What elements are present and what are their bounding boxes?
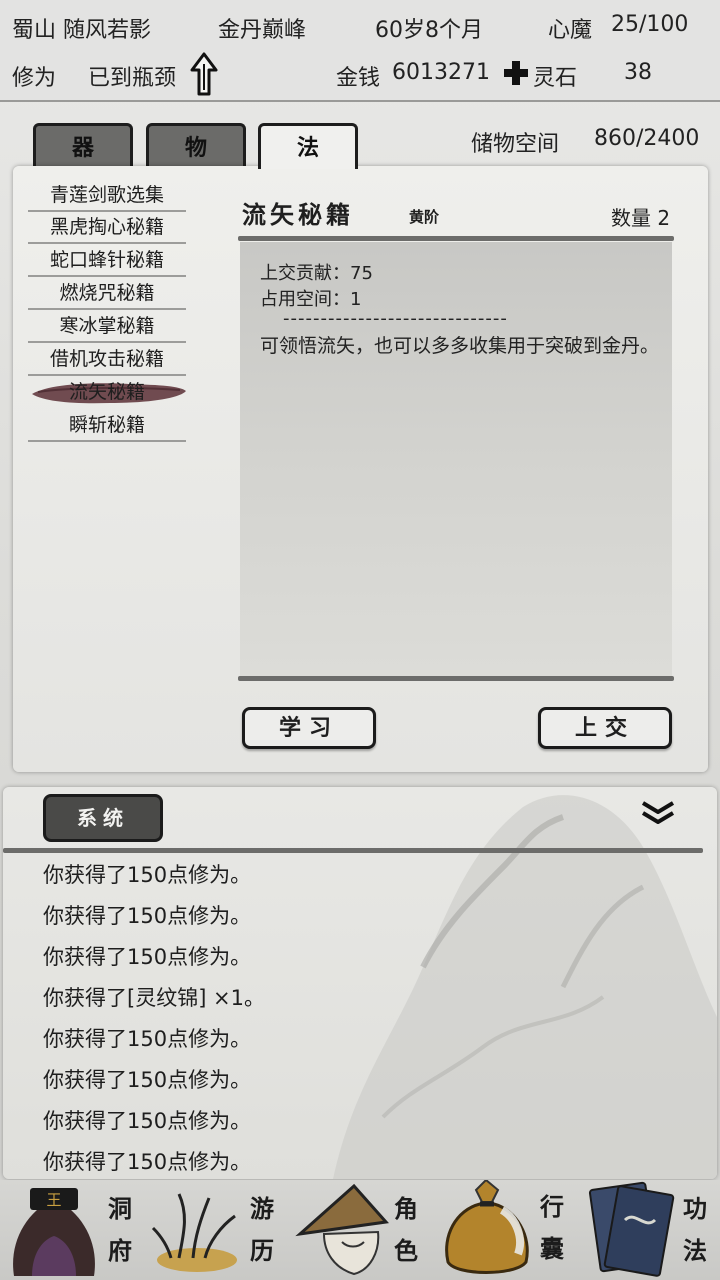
item-row[interactable]: 青莲剑歌选集 — [28, 180, 186, 212]
item-row[interactable]: 黑虎掏心秘籍 — [28, 212, 186, 244]
spirit-stone-value: 38 — [624, 60, 652, 85]
detail-divider: ------------------------------ — [283, 308, 508, 329]
item-row[interactable]: 寒冰掌秘籍 — [28, 311, 186, 343]
bag-icon — [445, 1180, 529, 1274]
technique-book-icon — [588, 1181, 675, 1277]
realm-label: 金丹巅峰 — [218, 18, 307, 43]
detail-count: 数量 2 — [611, 206, 671, 230]
nav-character[interactable]: 角 色 — [290, 1180, 430, 1280]
log-line: 你获得了150点修为。 — [43, 1068, 252, 1092]
storage-label: 储物空间 — [471, 132, 560, 157]
breakthrough-arrow-icon[interactable] — [190, 52, 218, 96]
heart-demon-label: 心魔 — [548, 18, 593, 43]
collapse-chevron-icon[interactable] — [640, 800, 676, 826]
money-label: 金钱 — [336, 66, 381, 91]
sect-name: 蜀山 随风若影 — [12, 18, 151, 43]
log-line: 你获得了150点修为。 — [43, 1027, 252, 1051]
nav-label: 功 — [683, 1194, 707, 1223]
nav-label: 角 — [394, 1194, 418, 1223]
nav-techniques[interactable]: 功 法 — [585, 1180, 720, 1280]
nav-label: 游 — [250, 1194, 274, 1223]
detail-title: 流矢秘籍 — [242, 200, 354, 229]
cultivation-status: 已到瓶颈 — [88, 66, 177, 91]
system-log-tab[interactable]: 系统 — [43, 794, 163, 842]
heart-demon-value: 25/100 — [611, 12, 689, 37]
item-row[interactable]: 借机攻击秘籍 — [28, 344, 186, 376]
cave-mansion-icon: 王 — [13, 1188, 95, 1276]
nav-label: 法 — [683, 1236, 707, 1265]
travel-icon — [151, 1193, 237, 1272]
detail-top-rule — [238, 236, 674, 241]
nav-label: 色 — [394, 1236, 418, 1265]
log-line: 你获得了[灵纹锦] ×1。 — [43, 986, 266, 1010]
status-header: 蜀山 随风若影 金丹巅峰 60岁8个月 心魔 25/100 修为 已到瓶颈 金钱… — [0, 0, 720, 102]
log-rule — [3, 848, 703, 853]
tab-techniques[interactable]: 法 — [258, 123, 358, 169]
svg-text:王: 王 — [46, 1191, 61, 1209]
nav-travel[interactable]: 游 历 — [145, 1180, 285, 1280]
log-line: 你获得了150点修为。 — [43, 1109, 252, 1133]
item-row[interactable]: 蛇口蜂针秘籍 — [28, 245, 186, 277]
item-row-selected[interactable]: 流矢秘籍 — [28, 377, 186, 409]
learn-button[interactable]: 学习 — [242, 707, 376, 749]
item-description: 可领悟流矢，也可以多多收集用于突破到金丹。 — [260, 335, 660, 357]
nav-label: 洞 — [108, 1194, 132, 1223]
log-line: 你获得了150点修为。 — [43, 904, 252, 928]
tab-equipment[interactable]: 器 — [33, 123, 133, 169]
storage-value: 860/2400 — [594, 126, 700, 151]
spirit-stone-icon — [504, 61, 528, 85]
nav-bag[interactable]: 行 囊 — [432, 1180, 580, 1280]
log-line: 你获得了150点修为。 — [43, 863, 252, 887]
age-label: 60岁8个月 — [375, 18, 483, 43]
item-row[interactable]: 瞬斩秘籍 — [28, 410, 186, 442]
spirit-stone-label: 灵石 — [533, 66, 578, 91]
cultivation-label: 修为 — [12, 66, 57, 91]
log-line: 你获得了150点修为。 — [43, 1150, 252, 1174]
nav-label: 历 — [250, 1236, 274, 1265]
detail-grade: 黄阶 — [409, 208, 440, 226]
contribution-text: 上交贡献：75 — [260, 263, 373, 284]
nav-label: 行 — [540, 1192, 564, 1221]
nav-label: 囊 — [540, 1234, 564, 1263]
detail-bottom-rule — [238, 676, 674, 681]
nav-cave-mansion[interactable]: 王 洞 府 — [0, 1180, 140, 1280]
nav-label: 府 — [108, 1236, 132, 1265]
money-value: 6013271 — [392, 60, 490, 85]
submit-button[interactable]: 上交 — [538, 707, 672, 749]
log-line: 你获得了150点修为。 — [43, 945, 252, 969]
tab-items[interactable]: 物 — [146, 123, 246, 169]
item-row[interactable]: 燃烧咒秘籍 — [28, 278, 186, 310]
character-icon — [295, 1183, 389, 1276]
